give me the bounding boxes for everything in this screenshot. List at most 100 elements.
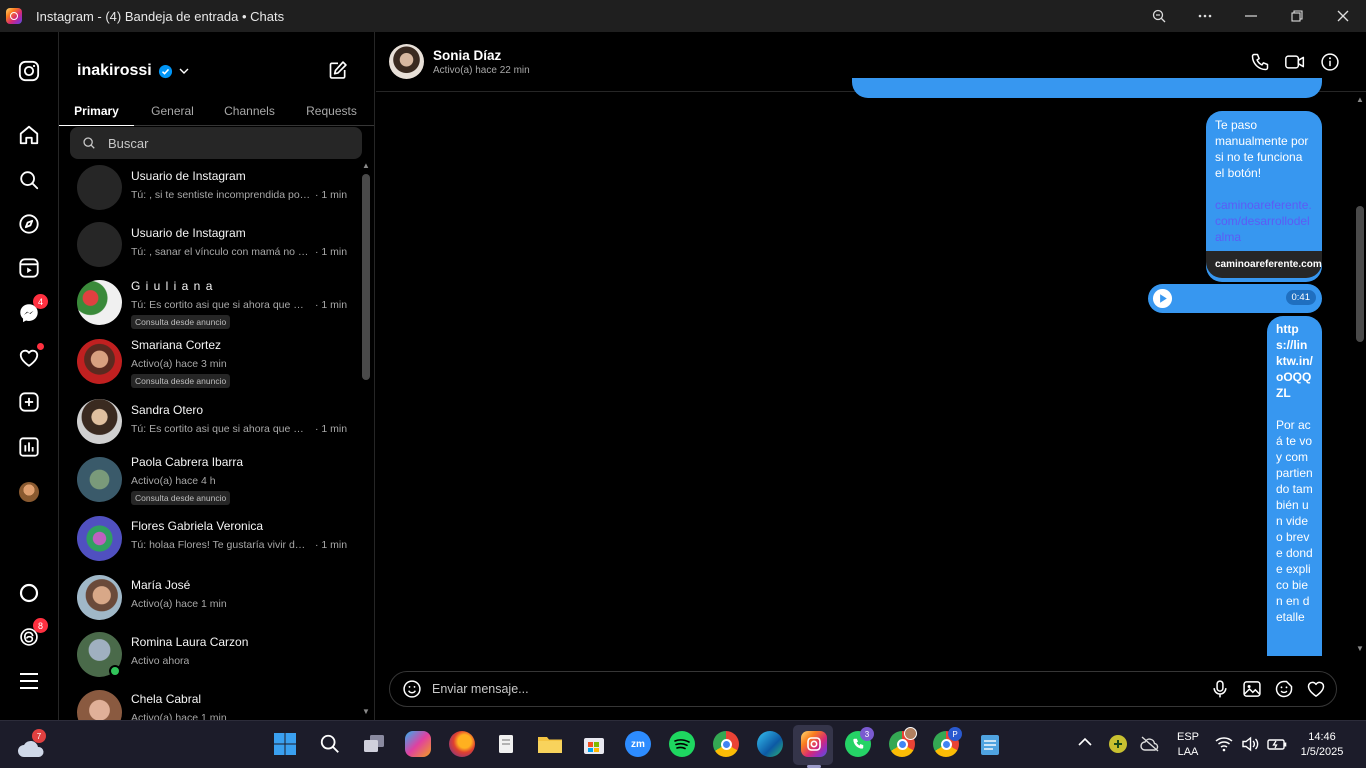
scrollbar-thumb[interactable] <box>1356 206 1364 342</box>
chrome-icon[interactable] <box>713 731 739 757</box>
nav-threads[interactable]: 8 <box>17 618 48 649</box>
firefox-icon[interactable] <box>449 731 475 757</box>
nav-profile[interactable] <box>17 480 41 504</box>
scroll-up-icon[interactable]: ▲ <box>1356 96 1364 104</box>
nav-notifications[interactable] <box>17 343 44 370</box>
new-message-button[interactable] <box>328 60 348 80</box>
language-indicator[interactable]: ESP LAA <box>1174 730 1202 760</box>
microsoft-store-icon[interactable] <box>581 731 607 757</box>
inbox-panel: inakirossi Primary General Channels Requ… <box>59 32 375 720</box>
scroll-down-icon[interactable]: ▼ <box>1356 645 1364 653</box>
conversation-preview: Tú: Es cortito asi que si ahora que me l… <box>131 299 311 311</box>
nav-explore[interactable] <box>17 212 41 236</box>
conversation-time: · 1 min <box>315 246 348 258</box>
start-button[interactable] <box>272 731 298 757</box>
clock-date: 1/5/2025 <box>1300 746 1344 758</box>
scrollbar-thumb[interactable] <box>362 174 370 380</box>
zoom-app-icon[interactable]: zm <box>625 731 651 757</box>
zoom-button[interactable] <box>1136 0 1182 32</box>
conversation-time: · 1 min <box>315 189 348 201</box>
more-options-button[interactable] <box>1182 0 1228 32</box>
edge-icon[interactable] <box>757 731 783 757</box>
onedrive-tray-icon[interactable] <box>1140 736 1160 752</box>
audio-call-button[interactable] <box>1250 52 1270 72</box>
spotify-icon[interactable] <box>669 731 695 757</box>
notepad-icon[interactable] <box>977 731 1003 757</box>
tab-primary[interactable]: Primary <box>59 96 134 126</box>
nav-threads-circle[interactable] <box>17 581 41 605</box>
conversation-preview: Activo ahora <box>131 655 190 667</box>
maximize-button[interactable] <box>1274 0 1320 32</box>
nav-messages[interactable]: 4 <box>17 294 48 325</box>
previous-message-bubble[interactable] <box>852 78 1322 98</box>
chat-scrollbar[interactable]: ▲ ▼ <box>1356 92 1364 657</box>
task-view-button[interactable] <box>361 731 387 757</box>
nav-reels[interactable] <box>17 256 41 280</box>
tab-channels[interactable]: Channels <box>211 96 288 126</box>
message-input[interactable] <box>432 682 1192 696</box>
sticker-icon[interactable] <box>1274 679 1294 699</box>
instagram-logo[interactable] <box>17 59 41 83</box>
conversation-time: · 1 min <box>315 539 348 551</box>
instagram-taskbar-icon[interactable] <box>801 731 827 757</box>
conversation-item[interactable]: Paola Cabrera Ibarra Activo(a) hace 4 h … <box>59 450 359 510</box>
conversation-info-button[interactable] <box>1320 52 1340 72</box>
conversation-name: G i u l i a n a <box>131 279 214 293</box>
conversation-item[interactable]: Usuario de Instagram Tú: , sanar el vínc… <box>59 217 359 273</box>
instagram-logo-icon <box>18 60 40 82</box>
conversation-name: Sandra Otero <box>131 403 204 417</box>
message-bubble-link[interactable]: Te paso manualmente por si no te funcion… <box>1206 111 1322 282</box>
search-input[interactable] <box>108 135 348 151</box>
quick-settings[interactable] <box>1215 736 1287 752</box>
nav-search[interactable] <box>17 168 41 192</box>
emoji-icon[interactable] <box>402 679 422 699</box>
tab-requests[interactable]: Requests <box>288 96 374 126</box>
conversation-item[interactable]: Usuario de Instagram Tú: , si te sentist… <box>59 160 359 216</box>
conversation-item[interactable]: Smariana Cortez Activo(a) hace 3 min Con… <box>59 333 359 391</box>
play-icon[interactable] <box>1152 288 1173 309</box>
conversation-item[interactable]: Flores Gabriela Veronica Tú: holaa Flore… <box>59 510 359 568</box>
conversation-time: · 1 min <box>315 423 348 435</box>
image-icon[interactable] <box>1242 679 1262 699</box>
taskbar-search[interactable] <box>317 731 343 757</box>
nav-dashboard[interactable] <box>17 435 41 459</box>
link-preview-domain[interactable]: caminoareferente.com <box>1206 251 1322 278</box>
account-switcher[interactable]: inakirossi <box>77 62 189 80</box>
weather-badge: 7 <box>32 729 46 743</box>
notepad-app-icon[interactable] <box>493 731 519 757</box>
conversation-item[interactable]: Sandra Otero Tú: Es cortito asi que si a… <box>59 392 359 450</box>
clock[interactable]: 14:46 1/5/2025 <box>1290 730 1354 760</box>
contact-avatar[interactable] <box>389 44 424 79</box>
conversation-item[interactable]: G i u l i a n a Tú: Es cortito asi que s… <box>59 274 359 332</box>
conversation-item[interactable]: Chela Cabral Activo(a) hace 1 min <box>59 686 359 720</box>
copilot-icon[interactable] <box>405 731 431 757</box>
online-indicator <box>109 665 121 677</box>
conversation-item[interactable]: Romina Laura Carzon Activo ahora <box>59 627 359 685</box>
conversation-item[interactable]: María José Activo(a) hace 1 min <box>59 569 359 627</box>
tab-general[interactable]: General <box>134 96 211 126</box>
notification-dot <box>37 343 44 350</box>
tray-app-icon[interactable] <box>1109 735 1127 753</box>
contact-name[interactable]: Sonia Díaz <box>433 48 501 63</box>
tray-overflow-button[interactable] <box>1078 737 1092 747</box>
message-link[interactable]: caminoareferente.com/desarrollodelalma <box>1206 181 1322 251</box>
nav-home[interactable] <box>17 123 41 147</box>
microphone-icon[interactable] <box>1210 679 1230 699</box>
heart-icon[interactable] <box>1306 679 1326 699</box>
audio-message[interactable]: 0:41 <box>1148 284 1322 313</box>
restore-icon <box>1291 10 1303 22</box>
scroll-up-icon[interactable]: ▲ <box>362 162 370 170</box>
minimize-button[interactable] <box>1228 0 1274 32</box>
message-link[interactable]: https://linktw.in/oOQQZL <box>1267 316 1322 401</box>
file-explorer-icon[interactable] <box>537 731 563 757</box>
close-button[interactable] <box>1320 0 1366 32</box>
scroll-down-icon[interactable]: ▼ <box>362 708 370 716</box>
message-bubble-narrow[interactable]: https://linktw.in/oOQQZL Por acá te voy … <box>1267 316 1322 656</box>
conversation-preview: Tú: holaa Flores! Te gustaría vivir de t… <box>131 539 311 551</box>
weather-widget[interactable]: 7 <box>16 729 48 759</box>
inbox-scrollbar[interactable]: ▲ ▼ <box>362 160 370 720</box>
nav-create[interactable] <box>17 390 41 414</box>
video-call-button[interactable] <box>1284 52 1306 72</box>
nav-more[interactable] <box>17 669 41 693</box>
instagram-app-icon <box>6 8 22 24</box>
